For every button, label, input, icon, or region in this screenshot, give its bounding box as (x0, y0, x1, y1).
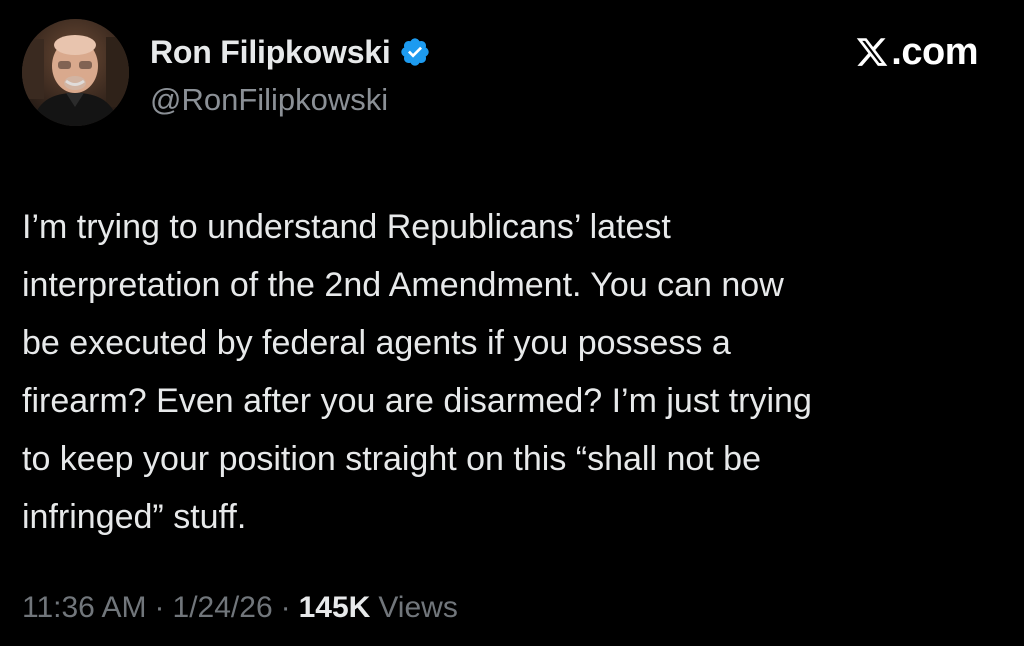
author-handle[interactable]: @RonFilipkowski (150, 82, 388, 118)
author-display-name[interactable]: Ron Filipkowski (150, 34, 391, 71)
site-domain-label: .com (891, 30, 978, 73)
tweet-date[interactable]: 1/24/26 (173, 591, 273, 625)
meta-separator: · (154, 591, 165, 624)
meta-separator: · (280, 591, 291, 624)
views-count[interactable]: 145K (299, 591, 371, 625)
avatar[interactable] (22, 19, 129, 126)
site-watermark: .com (855, 30, 978, 74)
verified-badge-icon (399, 36, 431, 68)
tweet-metadata: 11:36 AM · 1/24/26 · 145K Views (22, 591, 458, 625)
tweet-line: interpretation of the 2nd Amendment. You… (22, 266, 784, 304)
tweet-line: infringed” stuff. (22, 498, 247, 536)
tweet-body: I’m trying to understand Republicans’ la… (22, 198, 1007, 546)
tweet-line: firearm? Even after you are disarmed? I’… (22, 382, 812, 420)
tweet-line: I’m trying to understand Republicans’ la… (22, 208, 671, 246)
x-logo-icon (855, 35, 889, 69)
tweet-time[interactable]: 11:36 AM (22, 591, 147, 625)
author-name-row: Ron Filipkowski (150, 32, 431, 72)
tweet-line: be executed by federal agents if you pos… (22, 324, 731, 362)
views-label: Views (378, 591, 458, 624)
tweet-card: Ron Filipkowski @RonFilipkowski .com I’m… (0, 0, 1024, 646)
tweet-line: to keep your position straight on this “… (22, 440, 761, 478)
